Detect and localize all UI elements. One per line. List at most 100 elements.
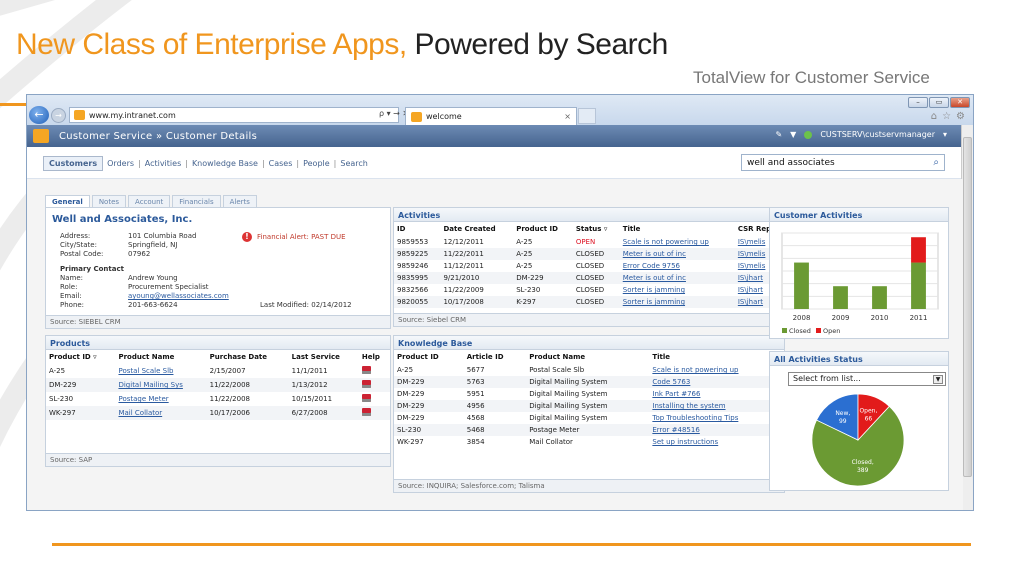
activity-title-link[interactable]: Sorter is jamming xyxy=(619,296,735,308)
kb-title-link[interactable]: Top Troubleshooting Tips xyxy=(649,412,784,424)
nav-item-customers[interactable]: Customers xyxy=(43,156,104,171)
nav-item-search[interactable]: Search xyxy=(336,159,371,168)
citystate-label: City/State: xyxy=(60,241,97,249)
bar-open-2011[interactable] xyxy=(911,237,926,263)
col-product-id[interactable]: Product ID ▿ xyxy=(46,350,115,364)
table-row: WK-297 Mail Collator 10/17/2006 6/27/200… xyxy=(46,406,390,420)
activity-id: 9859225 xyxy=(394,248,441,260)
col-product-id[interactable]: Product ID xyxy=(513,222,573,236)
status-select[interactable]: Select from list... ▼ xyxy=(788,372,946,386)
online-status-icon xyxy=(804,130,813,139)
nav-item-activities[interactable]: Activities xyxy=(141,159,186,168)
bar-closed-2008[interactable] xyxy=(794,262,809,309)
kb-title-link[interactable]: Set up instructions xyxy=(649,436,784,448)
kb-title-link[interactable]: Scale is not powering up xyxy=(649,364,784,376)
filter-icon[interactable]: ▿ xyxy=(93,353,97,361)
close-window-button[interactable]: ✕ xyxy=(950,97,970,108)
new-tab-button[interactable] xyxy=(578,108,596,124)
nav-item-knowledge-base[interactable]: Knowledge Base xyxy=(188,159,262,168)
activity-title-link[interactable]: Error Code 9756 xyxy=(620,260,735,272)
user-name[interactable]: CUSTSERV\custservmanager xyxy=(820,130,935,139)
activity-title-link[interactable]: Meter is out of inc xyxy=(619,248,735,260)
address-value: 101 Columbia Road xyxy=(128,232,197,240)
chevron-down-icon[interactable]: ▼ xyxy=(933,375,943,384)
help-icon[interactable] xyxy=(361,394,371,402)
kb-product-name: Digital Mailing System xyxy=(529,390,608,398)
help-icon[interactable] xyxy=(361,366,371,374)
nav-item-cases[interactable]: Cases xyxy=(265,159,297,168)
col-purchase-date[interactable]: Purchase Date xyxy=(207,350,289,364)
alert-text: Financial Alert: PAST DUE xyxy=(257,233,346,241)
kb-title-link[interactable]: Ink Part #766 xyxy=(649,388,784,400)
tab-close-icon[interactable]: × xyxy=(564,112,571,121)
star-icon[interactable]: ☆ xyxy=(942,111,951,122)
tab-title: welcome xyxy=(426,112,462,121)
col-date-created[interactable]: Date Created xyxy=(440,222,513,236)
product-name-link[interactable]: Mail Collator xyxy=(115,406,207,420)
col-product-name[interactable]: Product Name xyxy=(526,350,649,364)
table-header: ID Date Created Product ID Status ▿ Titl… xyxy=(394,222,784,236)
kb-title-link[interactable]: Code 5763 xyxy=(649,376,784,388)
kb-title-link[interactable]: Installing the system xyxy=(649,400,784,412)
bar-closed-2011[interactable] xyxy=(911,262,926,309)
col-title[interactable]: Title xyxy=(649,350,784,364)
help-icon[interactable] xyxy=(361,408,371,416)
filter-icon[interactable]: ▿ xyxy=(604,225,608,233)
table-row: 9859553 12/12/2011 A-25 OPEN Scale is no… xyxy=(394,236,784,248)
activity-status: CLOSED xyxy=(572,296,620,308)
status-pie-chart: Closed,389 New,99 Open,66 xyxy=(811,393,905,487)
scrollbar-thumb[interactable] xyxy=(963,137,972,477)
filter-icon[interactable]: ▼ xyxy=(790,130,796,139)
col-title[interactable]: Title xyxy=(620,222,735,236)
product-name-link[interactable]: Postage Meter xyxy=(115,392,206,406)
search-input[interactable]: well and associates ⌕ xyxy=(741,154,945,171)
activity-product: A-25 xyxy=(516,238,533,246)
minimize-button[interactable]: – xyxy=(908,97,928,108)
nav-item-orders[interactable]: Orders xyxy=(103,159,138,168)
help-icon[interactable] xyxy=(361,380,371,388)
col-product-id[interactable]: Product ID xyxy=(394,350,464,364)
contact-role: Procurement Specialist xyxy=(128,283,209,291)
kb-title-link[interactable]: Error #48516 xyxy=(649,424,784,436)
contact-email-link[interactable]: ayoung@wellassociates.com xyxy=(128,292,229,300)
col-product-name[interactable]: Product Name xyxy=(115,350,206,364)
nav-links: Customers Orders | Activities | Knowledge … xyxy=(43,156,372,171)
back-button[interactable]: ← xyxy=(29,106,49,124)
chevron-down-icon[interactable]: ▾ xyxy=(943,130,947,139)
activity-id: 9832566 xyxy=(397,286,429,294)
slide-title: New Class of Enterprise Apps, Powered by… xyxy=(16,28,668,62)
legend-open-label: Open xyxy=(823,327,840,335)
kb-product-name: Postage Meter xyxy=(526,424,650,436)
pencil-icon[interactable]: ✎ xyxy=(775,130,782,139)
activity-id: 9859553 xyxy=(397,238,429,246)
search-icon[interactable]: ⌕ xyxy=(933,157,939,168)
activity-title-link[interactable]: Sorter is jamming xyxy=(620,284,735,296)
forward-button[interactable]: → xyxy=(51,108,66,123)
activity-title-link[interactable]: Meter is out of inc xyxy=(619,272,735,284)
nav-item-people[interactable]: People xyxy=(299,159,334,168)
address-bar[interactable]: www.my.intranet.com xyxy=(69,107,399,123)
bar-closed-2010[interactable] xyxy=(872,286,887,309)
col-last-service[interactable]: Last Service xyxy=(289,350,359,364)
kb-product-id: DM-229 xyxy=(394,400,464,412)
col-article-id[interactable]: Article ID xyxy=(464,350,526,364)
activity-date: 10/17/2008 xyxy=(440,296,514,308)
gear-icon[interactable]: ⚙ xyxy=(956,111,965,122)
breadcrumb[interactable]: Customer Service » Customer Details xyxy=(59,131,257,142)
maximize-button[interactable]: ▭ xyxy=(929,97,949,108)
product-name-link[interactable]: Digital Mailing Sys xyxy=(115,378,207,392)
product-name-link[interactable]: Postal Scale Slb xyxy=(115,364,206,378)
home-icon[interactable]: ⌂ xyxy=(931,111,937,122)
postal-label: Postal Code: xyxy=(60,250,104,258)
col-status[interactable]: Status ▿ xyxy=(573,222,620,236)
browser-tab-welcome[interactable]: welcome × xyxy=(405,107,577,125)
company-name: Well and Associates, Inc. xyxy=(52,214,193,225)
activities-source: Source: Siebel CRM xyxy=(394,313,784,326)
x-tick-label: 2008 xyxy=(793,314,811,322)
bar-closed-2009[interactable] xyxy=(833,286,848,309)
activity-title-link[interactable]: Scale is not powering up xyxy=(620,236,735,248)
kb-article-id: 4568 xyxy=(466,414,485,422)
col-id[interactable]: ID xyxy=(394,222,440,236)
col-help[interactable]: Help xyxy=(359,350,390,364)
x-tick-label: 2010 xyxy=(871,314,889,322)
